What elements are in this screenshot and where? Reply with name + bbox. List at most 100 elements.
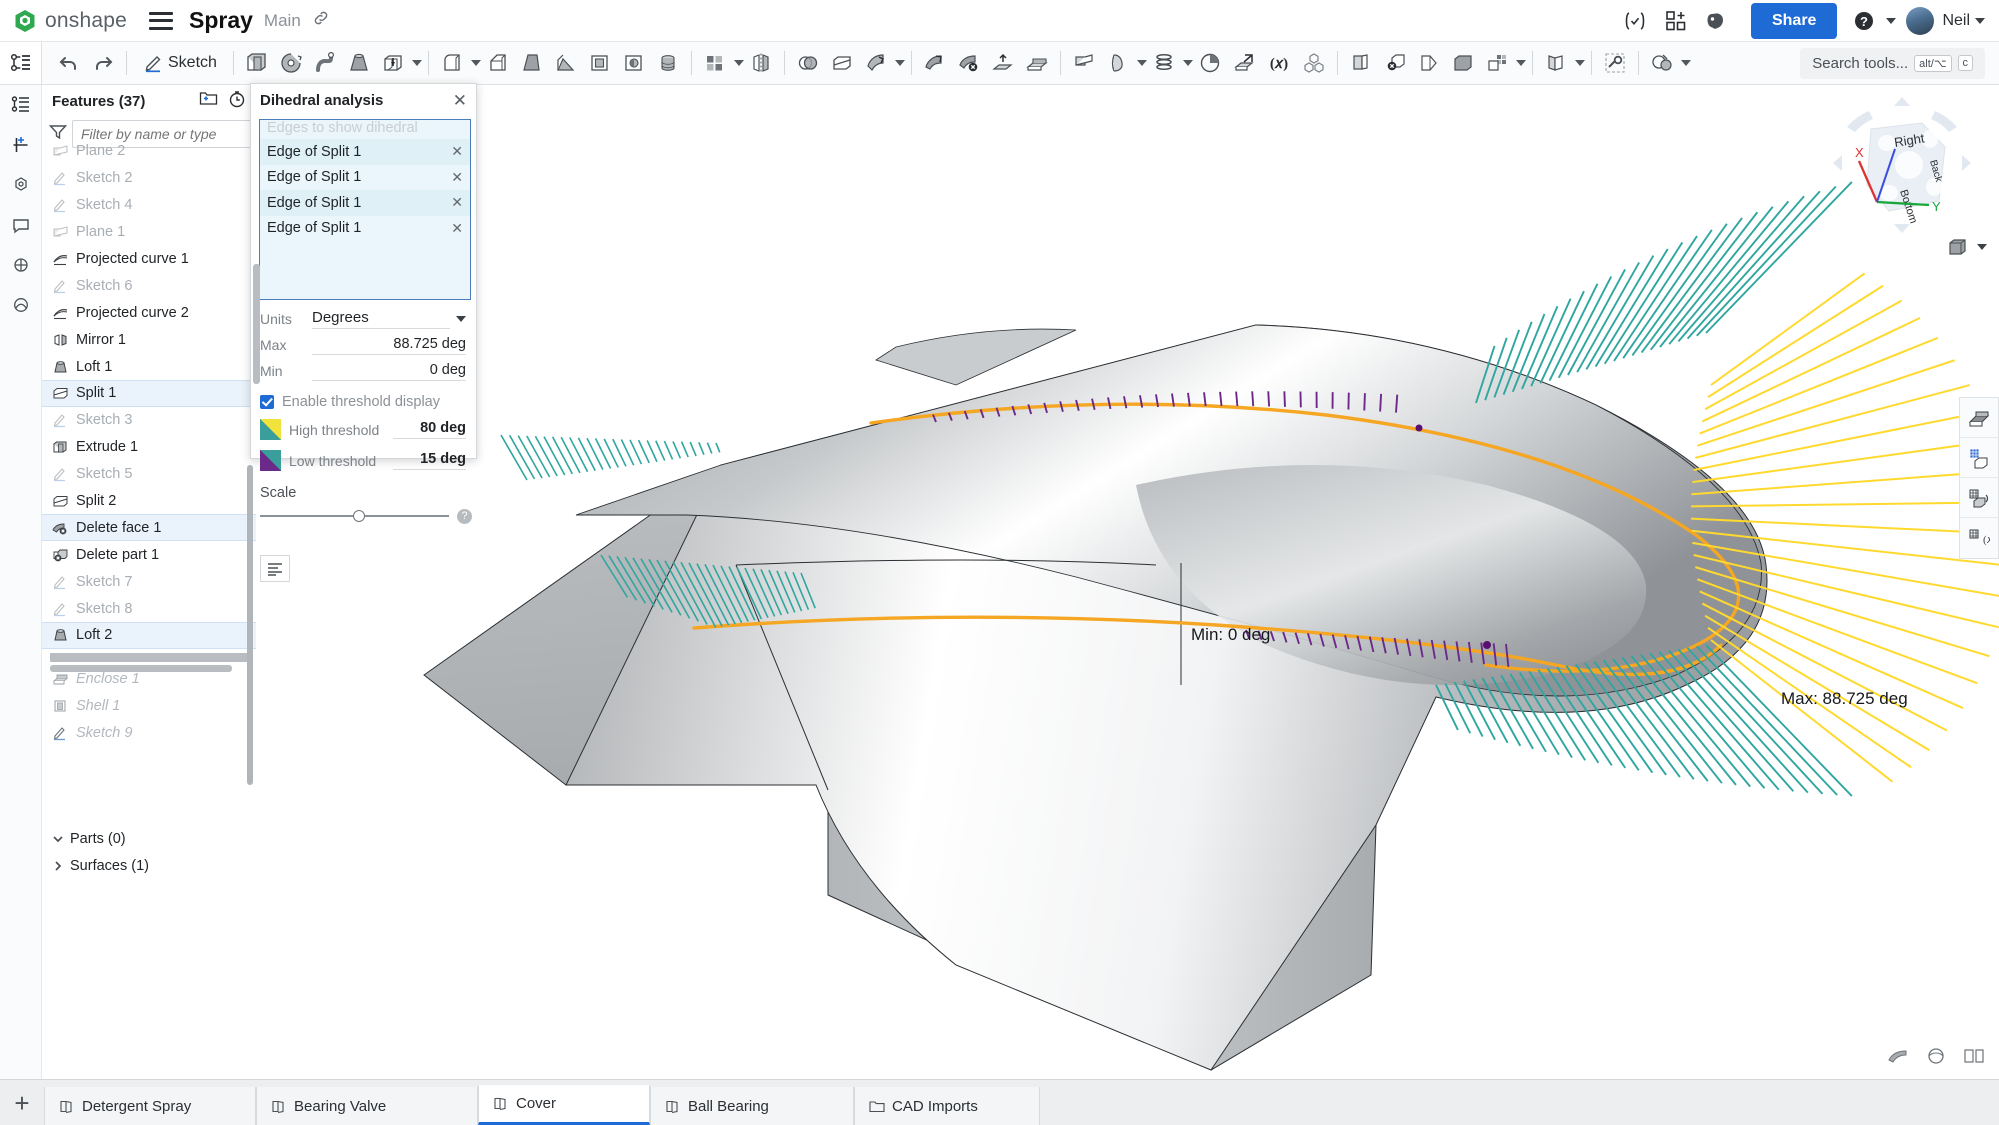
pattern-icon[interactable] — [698, 42, 732, 84]
chevron-right-icon[interactable] — [50, 860, 66, 872]
remove-x-icon[interactable]: ✕ — [451, 169, 463, 186]
avatar[interactable] — [1906, 6, 1935, 35]
tab-cover[interactable]: Cover — [478, 1085, 650, 1125]
feature-tree-hscrollbar[interactable] — [50, 665, 232, 672]
user-dropdown-caret-icon[interactable] — [1975, 17, 1985, 24]
feature-item-projected-curve-2[interactable]: Projected curve 2 — [42, 299, 256, 326]
units-row[interactable]: Units Degrees — [251, 306, 478, 332]
edges-listbox[interactable]: Edges to show dihedral Edge of Split 1 ✕ E… — [259, 119, 471, 300]
view-cube[interactable]: Right Bottom Back X Y — [1827, 95, 1987, 245]
shell-icon[interactable] — [583, 42, 617, 84]
configure-dropdown-caret-icon[interactable] — [1515, 60, 1526, 66]
branch-label[interactable]: Main — [264, 11, 301, 31]
surfaces-folder[interactable]: Surfaces (1) — [42, 852, 256, 879]
hamburger-menu-icon[interactable] — [148, 11, 173, 30]
view-orientation-dropdown[interactable] — [1945, 235, 1987, 259]
parts-folder[interactable]: Parts (0) — [42, 825, 256, 852]
analysis-icon[interactable] — [0, 285, 42, 325]
feature-item-projected-curve-1[interactable]: Projected curve 1 — [42, 246, 256, 273]
chevron-down-icon[interactable] — [456, 316, 466, 322]
feature-item-loft-2[interactable]: Loft 2 — [42, 622, 256, 649]
units-value[interactable]: Degrees — [312, 309, 450, 329]
measure-icon[interactable]: (𝑥) — [1960, 518, 1998, 558]
tab-cad-imports[interactable]: CAD Imports — [854, 1087, 1040, 1125]
scale-slider[interactable] — [260, 510, 449, 522]
redo-icon[interactable] — [86, 42, 120, 84]
offset-surface-icon[interactable] — [986, 42, 1020, 84]
appearance-icon[interactable] — [1887, 1046, 1909, 1071]
folder-feature-icon[interactable] — [1539, 42, 1573, 84]
thicken-icon[interactable] — [376, 42, 410, 84]
history-clock-icon[interactable] — [228, 90, 246, 113]
fillet-dropdown-caret-icon[interactable] — [470, 60, 481, 66]
render-icon[interactable] — [0, 245, 42, 285]
display-state-icon[interactable] — [1925, 1046, 1947, 1071]
draft-icon[interactable] — [515, 42, 549, 84]
rollback-bar[interactable] — [50, 652, 248, 662]
onshape-logo-icon[interactable] — [12, 8, 38, 34]
remove-x-icon[interactable]: ✕ — [451, 143, 463, 160]
feature-item-sketch-5[interactable]: Sketch 5 — [42, 461, 256, 488]
face-tools-caret-icon[interactable] — [894, 60, 905, 66]
assembly-icon[interactable] — [0, 165, 42, 205]
3d-viewport[interactable]: Min: 0 deg Max: 88.725 deg Right Bottom … — [256, 85, 1999, 1079]
tab-detergent-spray[interactable]: Detergent Spray — [44, 1087, 256, 1125]
low-threshold-value[interactable]: 15 deg — [393, 451, 466, 470]
chevron-down-icon[interactable] — [50, 833, 66, 845]
scale-slider-row[interactable]: ? — [251, 503, 478, 529]
tab-ball-bearing[interactable]: Ball Bearing — [650, 1087, 854, 1125]
apps-grid-icon[interactable] — [1659, 4, 1693, 38]
chamfer-icon[interactable] — [481, 42, 515, 84]
sheetmetal-icon[interactable] — [1344, 42, 1378, 84]
chevron-down-icon[interactable] — [1977, 244, 1987, 250]
curve-dropdown-caret-icon[interactable] — [1136, 60, 1147, 66]
sweep-icon[interactable] — [308, 42, 342, 84]
boolean-icon[interactable] — [791, 42, 825, 84]
help-circle-icon[interactable]: ? — [1847, 4, 1881, 38]
helix-icon[interactable] — [1147, 42, 1181, 84]
loft-icon[interactable] — [342, 42, 376, 84]
undo-icon[interactable] — [52, 42, 86, 84]
appearance-icon[interactable] — [1645, 42, 1679, 84]
version-check-icon[interactable] — [1618, 4, 1652, 38]
user-name[interactable]: Neil — [1942, 12, 1970, 30]
search-tools-button[interactable]: Search tools... alt/⌥ c — [1800, 47, 1985, 79]
add-tab-icon[interactable]: + — [0, 1081, 44, 1125]
section-view-icon[interactable] — [1960, 398, 1998, 438]
helix-dropdown-caret-icon[interactable] — [1182, 60, 1193, 66]
edge-list-item[interactable]: Edge of Split 1 ✕ — [260, 190, 470, 216]
feature-item-sketch-6[interactable]: Sketch 6 — [42, 272, 256, 299]
feature-item-shell-1[interactable]: Shell 1 — [42, 693, 256, 720]
feature-item-plane-1[interactable]: Plane 1 — [42, 219, 256, 246]
close-icon[interactable]: ✕ — [453, 92, 467, 109]
link-icon[interactable] — [312, 9, 330, 32]
surface-fill-icon[interactable] — [1412, 42, 1446, 84]
extrude-icon[interactable] — [240, 42, 274, 84]
extrude-dropdown-caret-icon[interactable] — [411, 60, 422, 66]
replace-face-icon[interactable] — [918, 42, 952, 84]
feature-item-loft-1[interactable]: Loft 1 — [42, 353, 256, 380]
feature-item-mirror-1[interactable]: Mirror 1 — [42, 326, 256, 353]
thread-icon[interactable] — [651, 42, 685, 84]
display-mesh-icon[interactable] — [1960, 438, 1998, 478]
cad-model-render[interactable] — [256, 85, 1999, 1079]
remove-x-icon[interactable]: ✕ — [451, 194, 463, 211]
solid-body-icon[interactable] — [1446, 42, 1480, 84]
remove-x-icon[interactable]: ✕ — [451, 220, 463, 237]
import-derived-icon[interactable] — [1227, 42, 1261, 84]
edge-list-item[interactable]: Edge of Split 1 ✕ — [260, 139, 470, 165]
hole-icon[interactable] — [617, 42, 651, 84]
feature-item-split-2[interactable]: Split 2 — [42, 488, 256, 515]
enable-threshold-checkbox[interactable] — [260, 395, 274, 409]
customize-icon[interactable] — [1598, 42, 1632, 84]
enable-threshold-row[interactable]: Enable threshold display — [251, 390, 478, 414]
feature-item-delete-part-1[interactable]: Delete part 1 — [42, 541, 256, 568]
help-icon[interactable]: ? — [457, 508, 472, 524]
render-studio-icon[interactable] — [1960, 478, 1998, 518]
rib-icon[interactable] — [549, 42, 583, 84]
feature-item-sketch-8[interactable]: Sketch 8 — [42, 595, 256, 622]
help-dropdown-caret-icon[interactable] — [1886, 17, 1897, 24]
feature-item-split-1[interactable]: Split 1 — [42, 380, 256, 407]
variable-icon[interactable]: (𝑥) — [1261, 42, 1297, 84]
comments-icon[interactable] — [0, 205, 42, 245]
